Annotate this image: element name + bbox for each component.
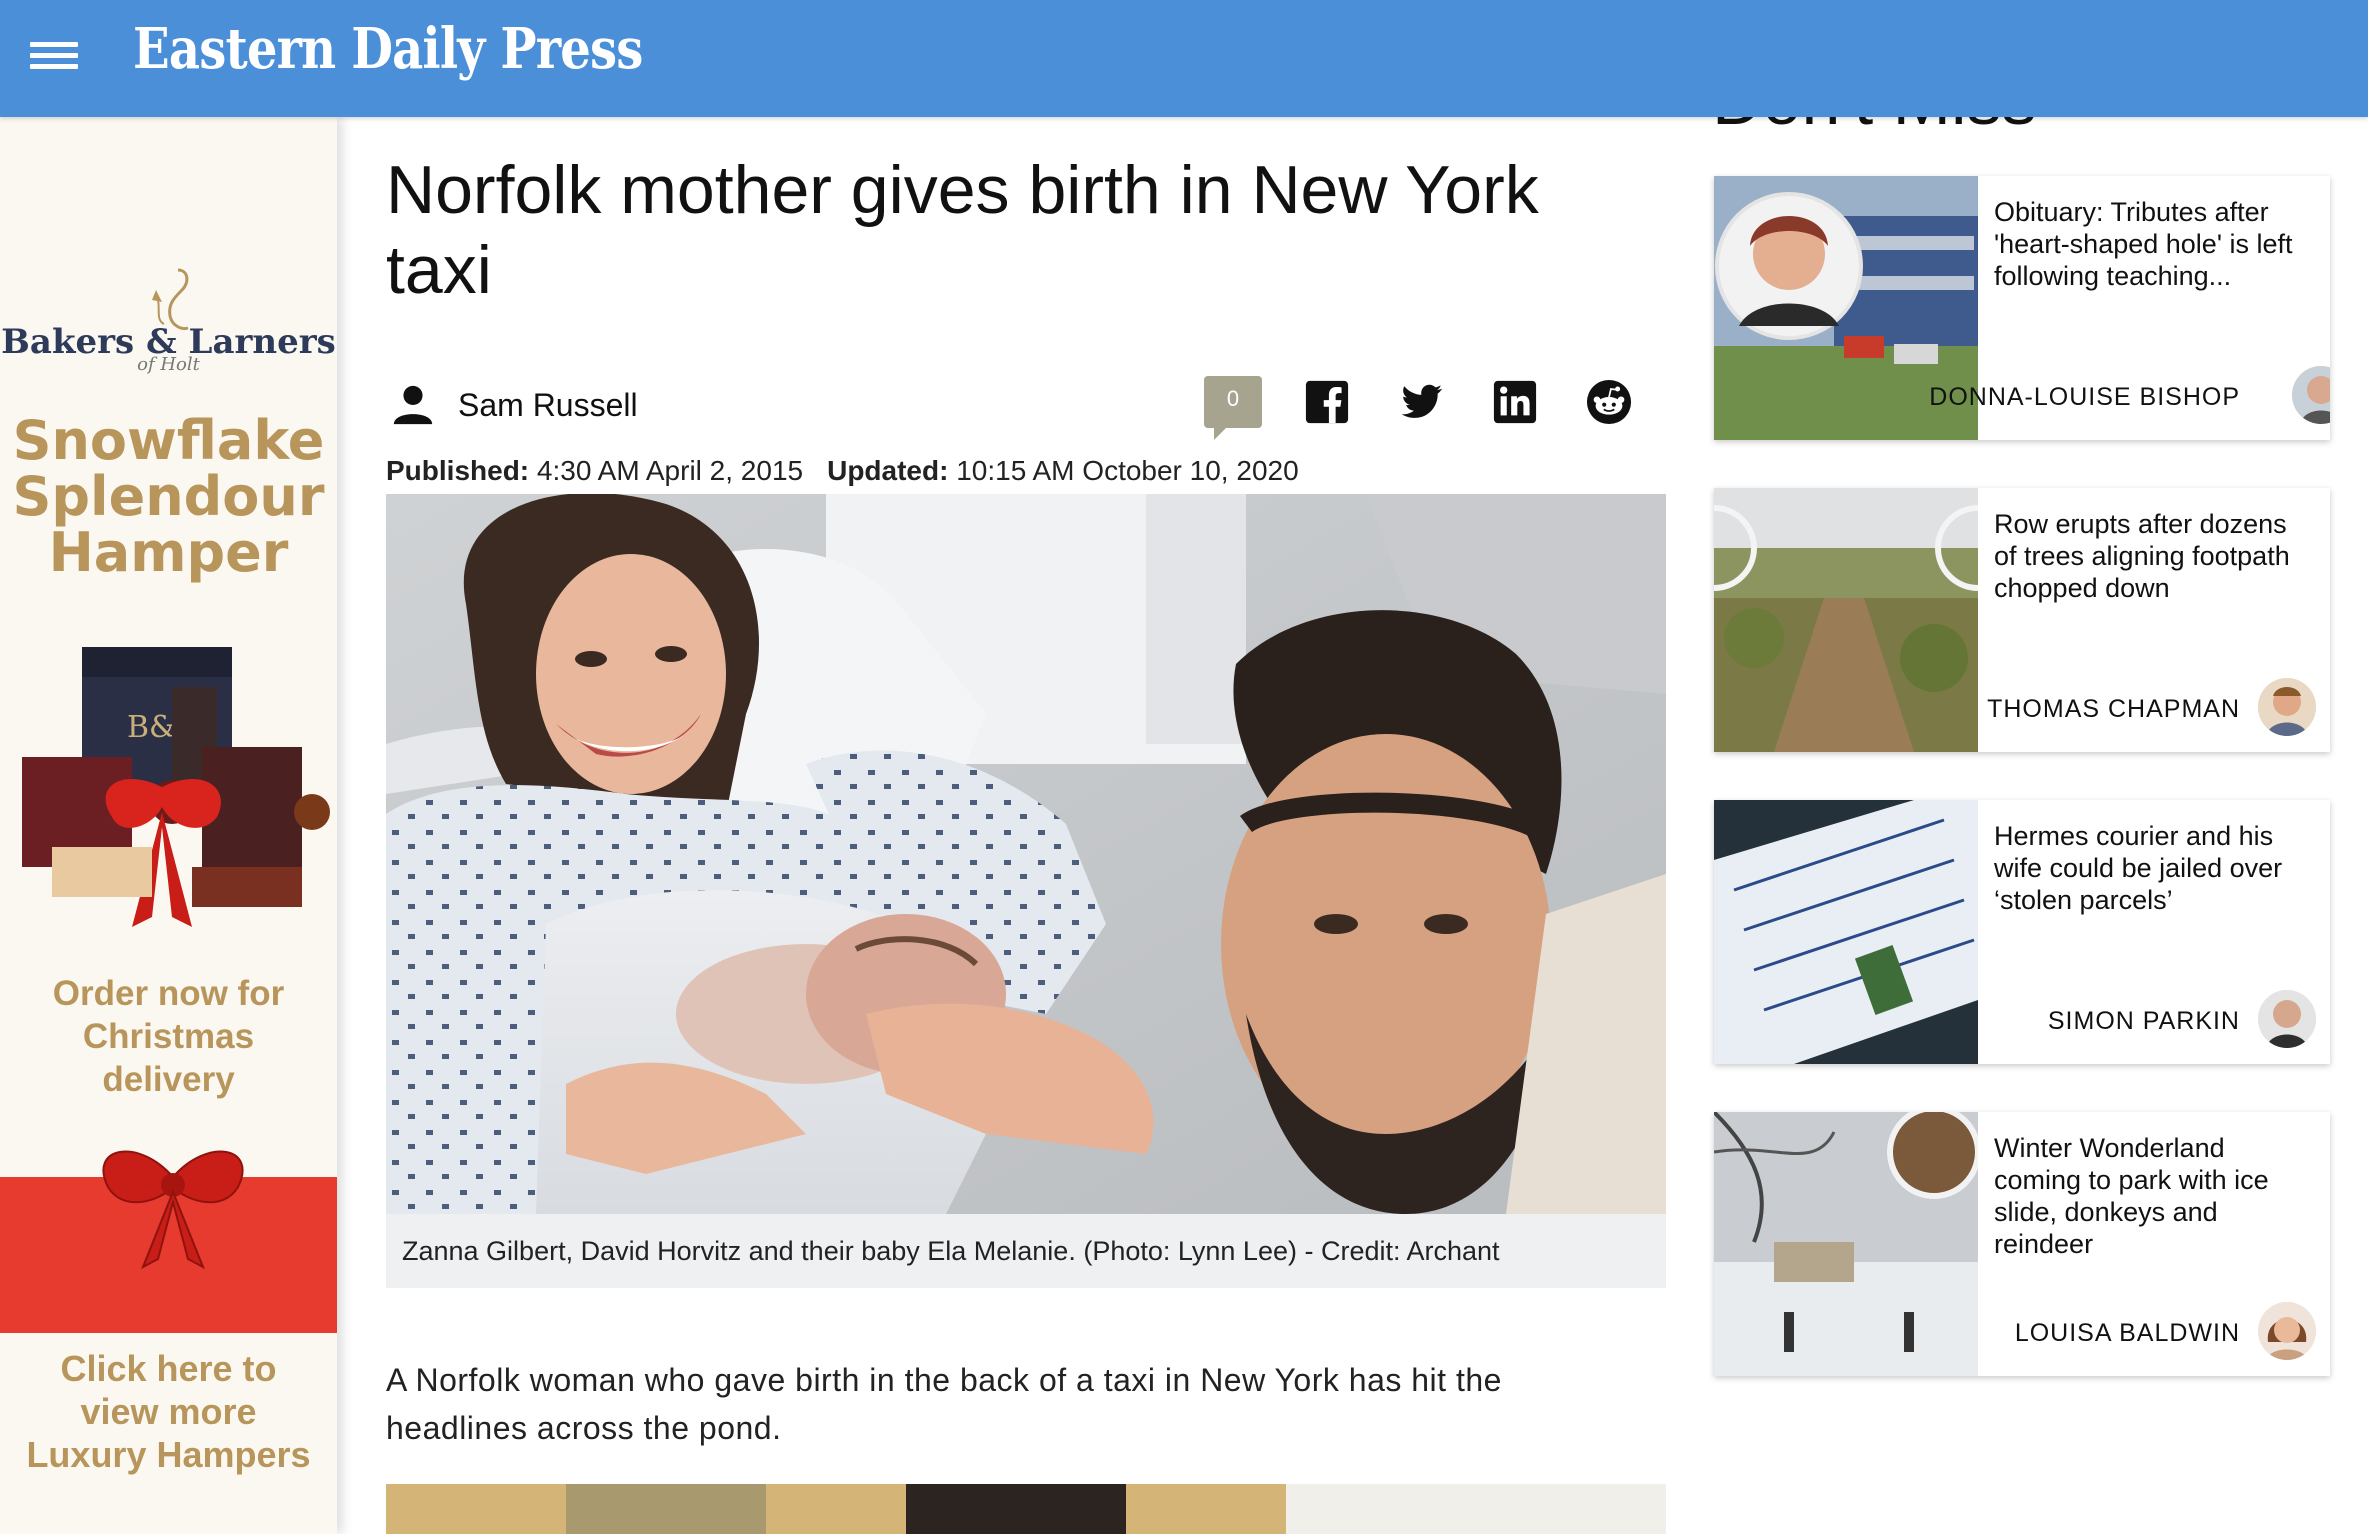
card-author[interactable]: Simon Parkin xyxy=(2048,1007,2240,1036)
photo-caption: Zanna Gilbert, David Horvitz and their b… xyxy=(386,1214,1666,1288)
related-article-card[interactable]: Winter Wonderland coming to park with ic… xyxy=(1714,1112,2330,1376)
reddit-icon[interactable] xyxy=(1586,379,1632,425)
facebook-icon[interactable] xyxy=(1304,379,1350,425)
site-logo[interactable]: Eastern Daily Press xyxy=(133,16,643,82)
site-header: Eastern Daily Press xyxy=(0,0,2368,117)
card-author[interactable]: Donna-Louise Bishop xyxy=(1929,383,2240,412)
article-intro: A Norfolk woman who gave birth in the ba… xyxy=(386,1362,1502,1446)
advertisement-banner[interactable]: Bakers & Larners of Holt Snowflake Splen… xyxy=(0,117,337,1534)
card-author[interactable]: Louisa Baldwin xyxy=(2015,1319,2240,1348)
author-avatar xyxy=(2258,990,2316,1048)
article-dates: Published: 4:30 AM April 2, 2015 Updated:… xyxy=(386,455,1299,486)
author-avatar xyxy=(2292,366,2330,424)
author-avatar xyxy=(2258,1302,2316,1360)
comment-count-badge[interactable]: 0 xyxy=(1204,376,1262,440)
author-name[interactable]: Sam Russell xyxy=(458,387,638,424)
author-avatar xyxy=(2258,678,2316,736)
related-article-card[interactable]: Row erupts after dozens of trees alignin… xyxy=(1714,488,2330,752)
card-thumbnail xyxy=(1714,1112,1978,1376)
related-article-card[interactable]: Obituary: Tributes after 'heart-shaped h… xyxy=(1714,176,2330,440)
bow-icon xyxy=(102,1150,244,1270)
ad-order-text: Order now for Christmas delivery xyxy=(52,974,285,1099)
card-title[interactable]: Row erupts after dozens of trees alignin… xyxy=(1994,508,2314,604)
twitter-icon[interactable] xyxy=(1398,379,1444,425)
card-title[interactable]: Hermes courier and his wife could be jai… xyxy=(1994,820,2314,916)
ad-title: Snowflake Splendour Hamper xyxy=(12,409,325,584)
updated-date: 10:15 AM October 10, 2020 xyxy=(956,455,1299,486)
article-second-photo xyxy=(386,1484,1666,1534)
share-bar: 0 xyxy=(1204,376,1632,440)
article-main-photo xyxy=(386,494,1666,1214)
related-article-card[interactable]: Hermes courier and his wife could be jai… xyxy=(1714,800,2330,1064)
author-byline[interactable]: Sam Russell xyxy=(390,382,638,428)
linkedin-icon[interactable] xyxy=(1492,379,1538,425)
person-icon xyxy=(393,385,433,425)
card-title[interactable]: Winter Wonderland coming to park with ic… xyxy=(1994,1132,2314,1260)
card-title[interactable]: Obituary: Tributes after 'heart-shaped h… xyxy=(1994,196,2314,292)
ad-cta-link[interactable]: Click here to view more Luxury Hampers xyxy=(0,1347,337,1476)
hamper-image: B&L xyxy=(22,647,330,927)
card-thumbnail xyxy=(1714,800,1978,1064)
ad-logo-subtext: of Holt xyxy=(137,354,200,375)
card-author[interactable]: Thomas Chapman xyxy=(1987,695,2240,724)
published-date: 4:30 AM April 2, 2015 xyxy=(536,455,804,486)
card-thumbnail xyxy=(1714,488,1978,752)
article-headline: Norfolk mother gives birth in New York t… xyxy=(386,152,1539,308)
hamburger-menu-icon[interactable] xyxy=(30,36,78,80)
